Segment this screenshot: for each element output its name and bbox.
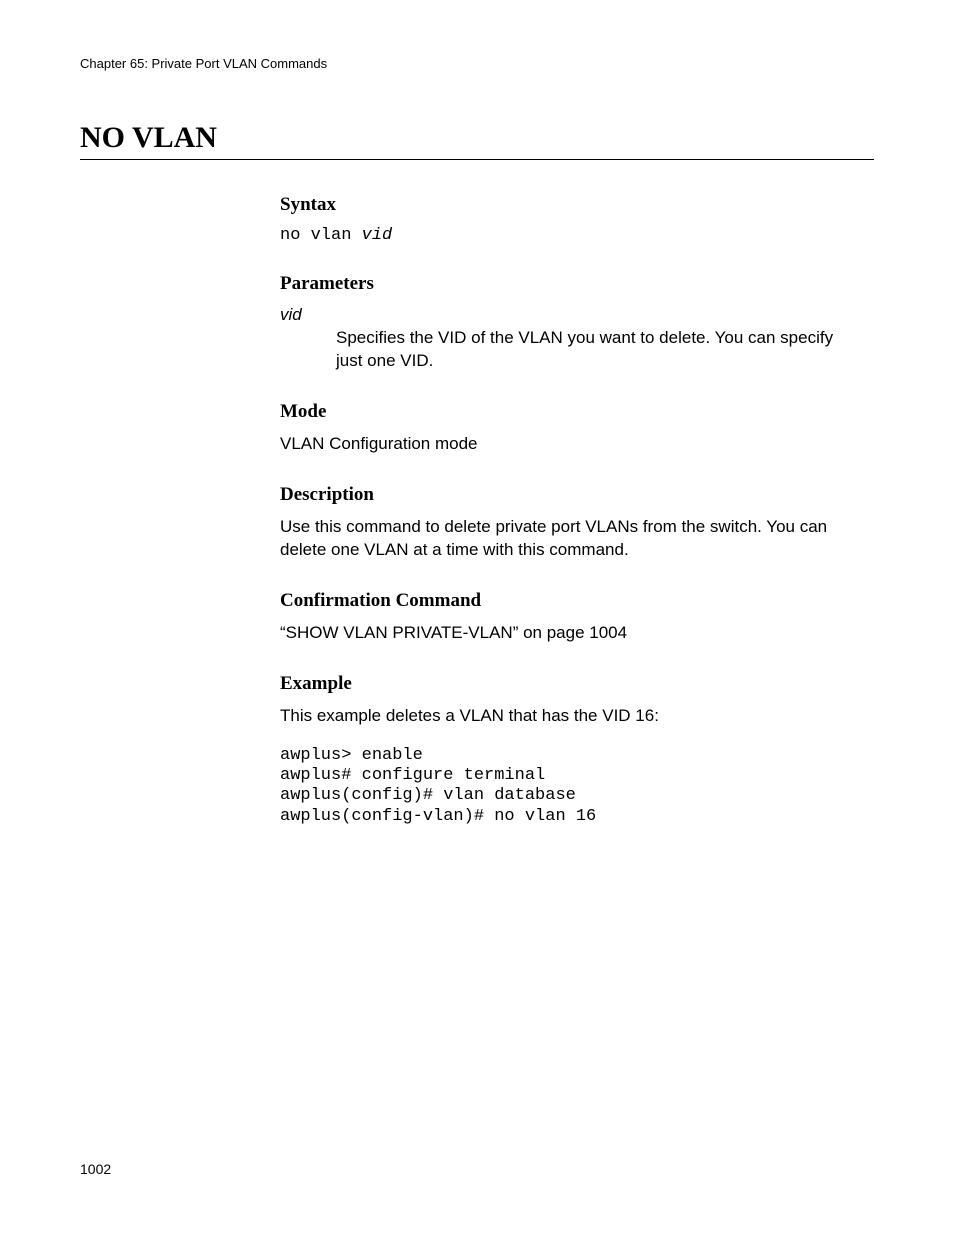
mode-heading: Mode xyxy=(280,401,860,423)
running-header: Chapter 65: Private Port VLAN Commands xyxy=(80,56,874,71)
syntax-heading: Syntax xyxy=(280,194,860,216)
syntax-prefix: no vlan xyxy=(280,226,362,245)
syntax-arg: vid xyxy=(362,226,393,245)
page-number: 1002 xyxy=(80,1161,111,1177)
param-desc: Specifies the VID of the VLAN you want t… xyxy=(336,327,860,373)
param-name: vid xyxy=(280,305,860,325)
confirmation-text: “SHOW VLAN PRIVATE-VLAN” on page 1004 xyxy=(280,622,860,645)
mode-text: VLAN Configuration mode xyxy=(280,433,860,456)
example-heading: Example xyxy=(280,673,860,695)
syntax-command: no vlan vid xyxy=(280,226,860,245)
confirmation-heading: Confirmation Command xyxy=(280,590,860,612)
example-intro: This example deletes a VLAN that has the… xyxy=(280,705,860,728)
parameters-heading: Parameters xyxy=(280,273,860,295)
description-text: Use this command to delete private port … xyxy=(280,516,860,562)
description-heading: Description xyxy=(280,484,860,506)
content-area: Syntax no vlan vid Parameters vid Specif… xyxy=(280,194,860,827)
page: Chapter 65: Private Port VLAN Commands N… xyxy=(0,0,954,1235)
page-title: NO VLAN xyxy=(80,121,874,155)
title-rule xyxy=(80,159,874,160)
example-code: awplus> enable awplus# configure termina… xyxy=(280,746,860,828)
